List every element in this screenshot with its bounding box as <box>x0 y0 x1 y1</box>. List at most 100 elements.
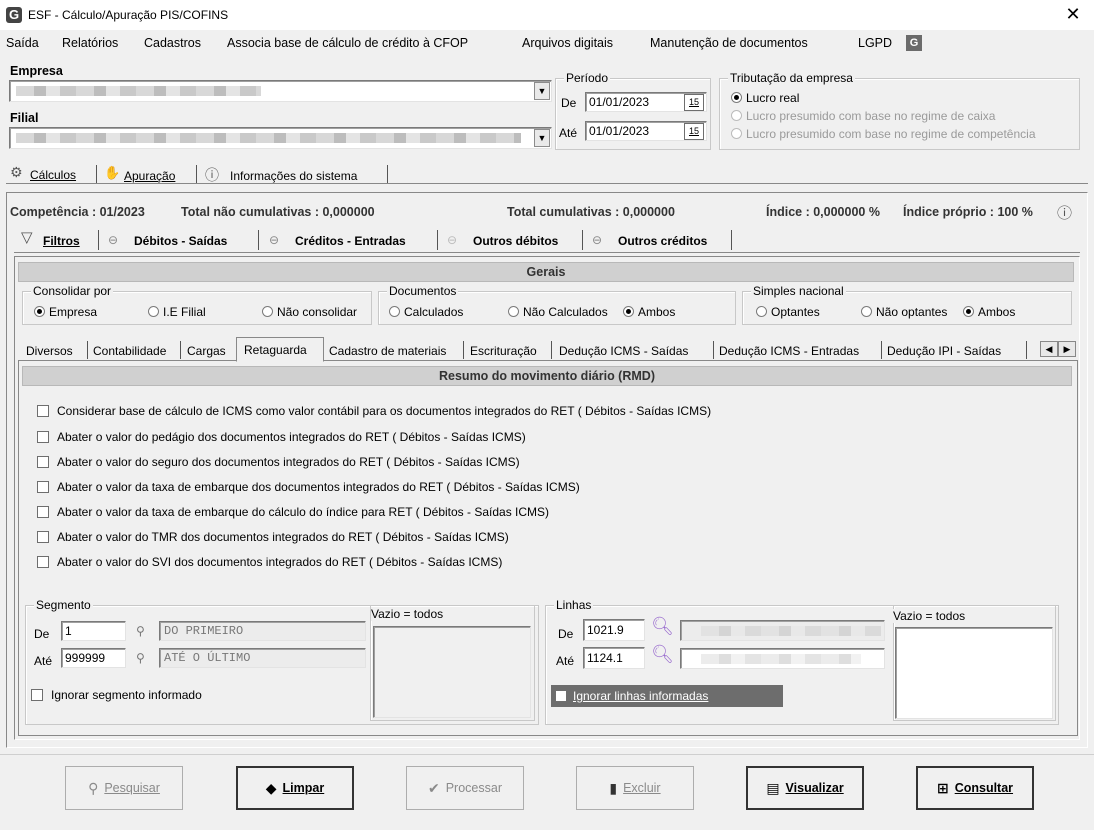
empresa-combo[interactable]: ▼ <box>9 80 552 102</box>
segmento-de-input[interactable]: 1 <box>61 621 126 641</box>
simples-nao-optantes[interactable]: Não optantes <box>861 305 947 319</box>
checkbox-icon <box>37 431 49 443</box>
info-icon[interactable]: ⓘ <box>1057 202 1072 223</box>
rmd-check-2[interactable]: Abater o valor do pedágio dos documentos… <box>37 430 526 444</box>
tab-deducao-ipi-saidas[interactable]: Dedução IPI - Saídas <box>887 344 1001 358</box>
tab-contabilidade[interactable]: Contabilidade <box>93 344 166 358</box>
linhas-ate-input[interactable]: 1124.1 <box>583 647 645 669</box>
segmento-ate-label: Até <box>34 654 53 668</box>
empresa-value-redacted <box>16 86 261 96</box>
menu-cadastros[interactable]: Cadastros <box>144 36 201 50</box>
excluir-button[interactable]: ▮ Excluir <box>576 766 694 810</box>
linhas-de-input[interactable]: 1021.9 <box>583 619 645 641</box>
menu-arquivos[interactable]: Arquivos digitais <box>522 36 613 50</box>
tab-separator <box>87 341 88 359</box>
menu-relatorios[interactable]: Relatórios <box>62 36 118 50</box>
rmd-check-7[interactable]: Abater o valor do SVI dos documentos int… <box>37 555 502 569</box>
tab-informacoes[interactable]: Informações do sistema <box>230 169 357 183</box>
linhas-ate-value: 1124.1 <box>587 651 623 665</box>
tab-retaguarda-label: Retaguarda <box>244 343 307 357</box>
periodo-de-input[interactable]: 01/01/2023 15 <box>585 92 707 112</box>
linhas-list[interactable] <box>895 627 1053 719</box>
filter-icon: ▽ <box>21 229 33 246</box>
search-icon[interactable]: 🔍︎ <box>651 616 674 637</box>
trib-presumido-caixa[interactable]: Lucro presumido com base no regime de ca… <box>731 109 995 123</box>
tab-deducao-icms-entradas[interactable]: Dedução ICMS - Entradas <box>719 344 859 358</box>
processar-button[interactable]: ✔ Processar <box>406 766 524 810</box>
tab-escrituracao[interactable]: Escrituração <box>470 344 537 358</box>
documentos-ambos[interactable]: Ambos <box>623 305 675 319</box>
periodo-ate-input[interactable]: 01/01/2023 15 <box>585 121 707 141</box>
trib-lucro-real[interactable]: Lucro real <box>731 91 799 105</box>
tab-separator <box>1026 341 1027 359</box>
simples-ambos[interactable]: Ambos <box>963 305 1015 319</box>
consolidar-ie-filial[interactable]: I.E Filial <box>148 305 206 319</box>
consolidar-title: Consolidar por <box>31 284 114 298</box>
linhas-ignorar[interactable]: Ignorar linhas informadas <box>551 685 783 707</box>
chevron-down-icon[interactable]: ▼ <box>534 82 550 100</box>
segmento-ate-input[interactable]: 999999 <box>61 648 126 668</box>
menu-associa[interactable]: Associa base de cálculo de crédito à CFO… <box>227 36 468 50</box>
tab-filtros[interactable]: Filtros <box>43 234 80 248</box>
calendar-icon[interactable]: 15 <box>684 94 704 111</box>
tab-deducao-icms-saidas[interactable]: Dedução ICMS - Saídas <box>559 344 688 358</box>
rmd-check-1[interactable]: Considerar base de cálculo de ICMS como … <box>37 404 711 418</box>
radio-icon <box>731 92 742 103</box>
limpar-button[interactable]: ◆ Limpar <box>236 766 354 810</box>
tab-calculos[interactable]: Cálculos <box>30 168 76 182</box>
consolidar-empresa[interactable]: Empresa <box>34 305 97 319</box>
rmd-check-3[interactable]: Abater o valor do seguro dos documentos … <box>37 455 520 469</box>
documentos-nao-calculados[interactable]: Não Calculados <box>508 305 608 319</box>
tab-diversos[interactable]: Diversos <box>26 344 73 358</box>
menu-manutencao[interactable]: Manutenção de documentos <box>650 36 808 50</box>
indice-label: Índice : 0,000000 % <box>766 205 880 219</box>
search-icon: ⚲ <box>88 779 99 796</box>
consultar-button[interactable]: ⊞ Consultar <box>916 766 1034 810</box>
tab-retaguarda[interactable]: Retaguarda <box>236 337 324 362</box>
rmd-check-5[interactable]: Abater o valor da taxa de embarque do cá… <box>37 505 549 519</box>
trib-presumido-competencia[interactable]: Lucro presumido com base no regime de co… <box>731 127 1036 141</box>
tab-separator <box>196 165 197 183</box>
documentos-calculados[interactable]: Calculados <box>389 305 463 319</box>
periodo-de-label: De <box>561 96 577 110</box>
lgpd-logo-icon[interactable]: G <box>906 35 922 51</box>
visualizar-button[interactable]: ▤ Visualizar <box>746 766 864 810</box>
consolidar-nao[interactable]: Não consolidar <box>262 305 357 319</box>
simples-optantes[interactable]: Optantes <box>756 305 820 319</box>
filial-combo[interactable]: ▼ <box>9 127 552 149</box>
linhas-ate-desc-redacted <box>701 654 861 664</box>
menu-saida[interactable]: Saída <box>6 36 39 50</box>
checkbox-icon <box>37 456 49 468</box>
scroll-right-icon[interactable]: ▶ <box>1058 341 1076 357</box>
segmento-list[interactable] <box>373 626 531 718</box>
tab-apuracao[interactable]: Apuração <box>124 169 175 183</box>
tab-separator <box>731 230 732 250</box>
visualizar-label: Visualizar <box>785 781 844 795</box>
limpar-label: Limpar <box>282 781 325 795</box>
pesquisar-button[interactable]: ⚲ Pesquisar <box>65 766 183 810</box>
search-icon[interactable]: 🔍︎ <box>651 644 674 665</box>
rmd-check-4[interactable]: Abater o valor da taxa de embarque dos d… <box>37 480 580 494</box>
tab-cadastro-materiais[interactable]: Cadastro de materiais <box>329 344 446 358</box>
binoculars-icon[interactable]: ⚲ <box>136 624 145 638</box>
rmd-header: Resumo do movimento diário (RMD) <box>22 366 1072 386</box>
rmd-check-6[interactable]: Abater o valor do TMR dos documentos int… <box>37 530 509 544</box>
check-label: Abater o valor do TMR dos documentos int… <box>57 530 509 544</box>
close-icon[interactable]: ✕ <box>1063 4 1083 25</box>
periodo-de-value: 01/01/2023 <box>589 95 650 109</box>
bullet-icon: ⊖ <box>108 233 119 247</box>
menu-lgpd[interactable]: LGPD <box>858 36 892 50</box>
binoculars-icon[interactable]: ⚲ <box>136 651 145 665</box>
segmento-ignorar[interactable]: Ignorar segmento informado <box>31 688 202 702</box>
tab-creditos-entradas[interactable]: Créditos - Entradas <box>295 234 406 248</box>
tab-outros-debitos[interactable]: Outros débitos <box>473 234 558 248</box>
chevron-down-icon[interactable]: ▼ <box>534 129 550 147</box>
tab-cargas[interactable]: Cargas <box>187 344 226 358</box>
consultar-label: Consultar <box>954 781 1014 795</box>
calendar-icon[interactable]: 15 <box>684 123 704 140</box>
trib-option-label: Lucro presumido com base no regime de ca… <box>746 109 996 123</box>
tab-debitos-saidas[interactable]: Débitos - Saídas <box>134 234 227 248</box>
tab-outros-creditos[interactable]: Outros créditos <box>618 234 707 248</box>
tab-separator <box>463 341 464 359</box>
scroll-left-icon[interactable]: ◀ <box>1040 341 1058 357</box>
